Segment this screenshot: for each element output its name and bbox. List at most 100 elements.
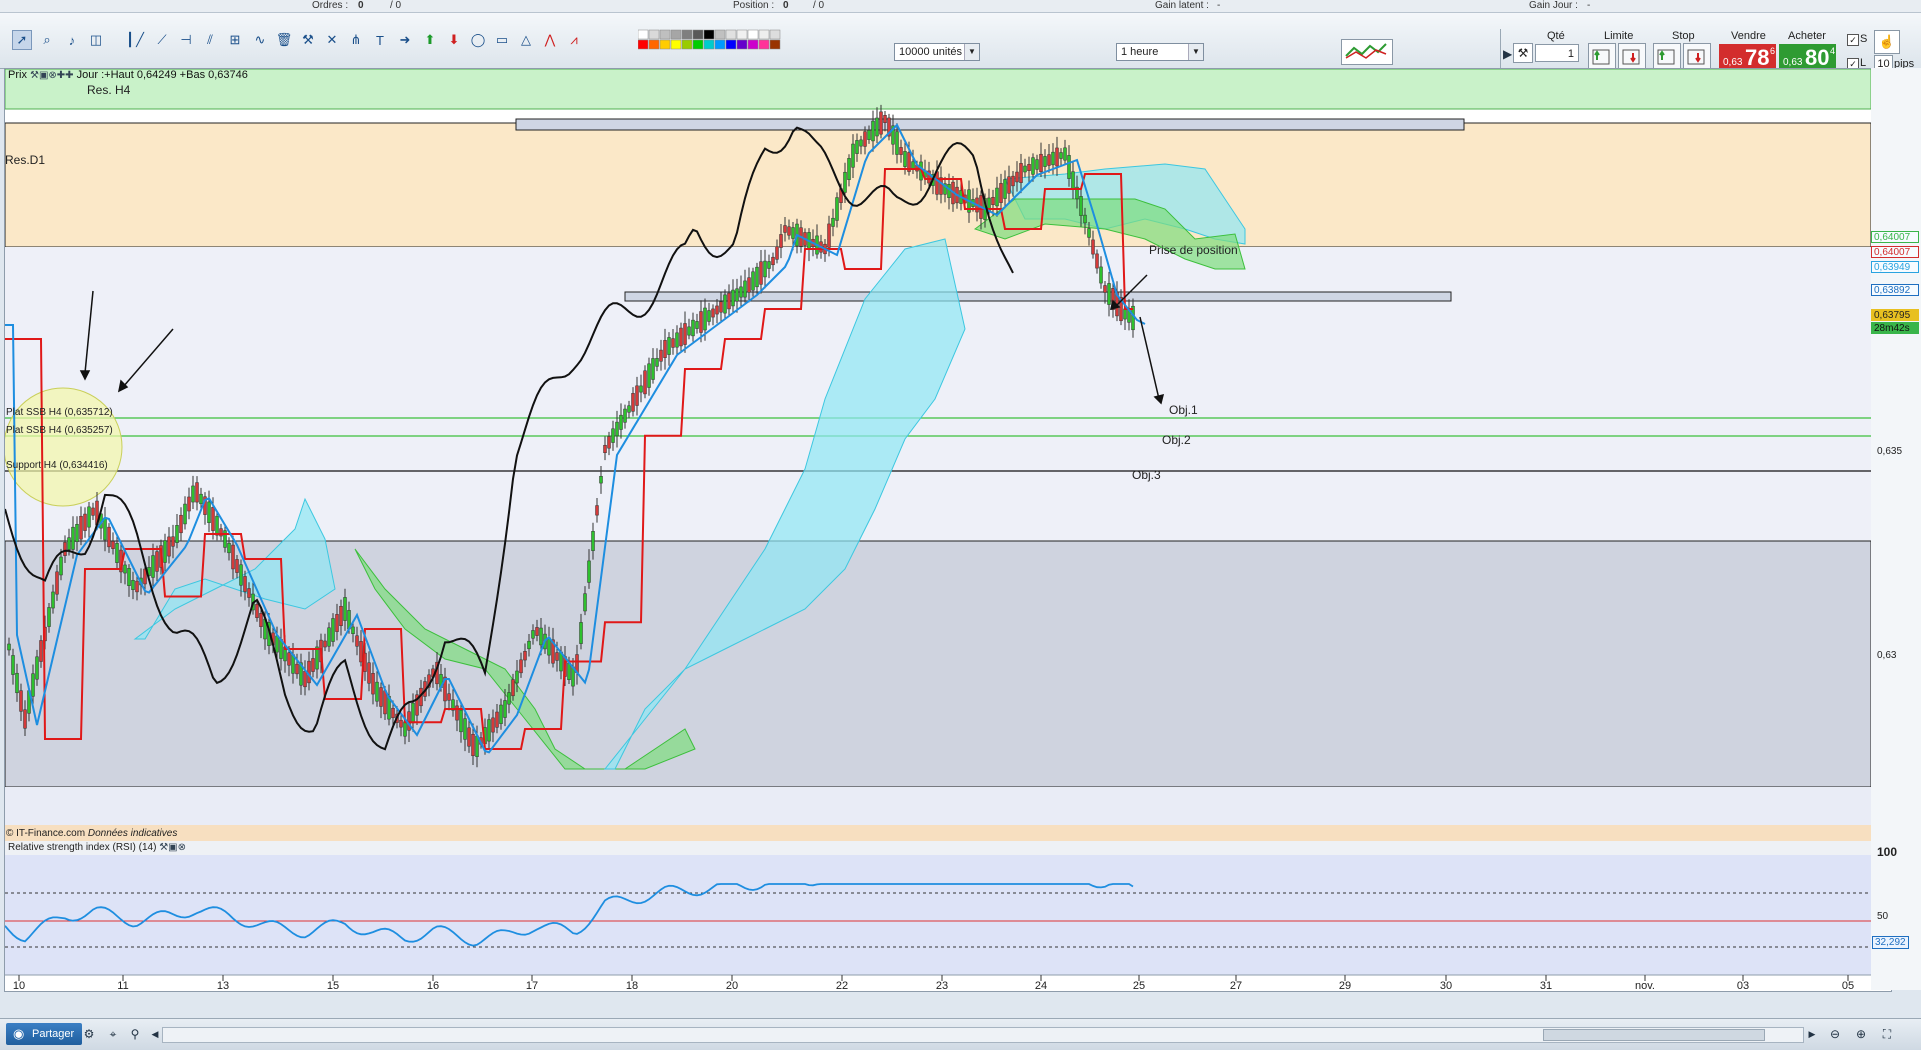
candle[interactable]: [1027, 164, 1031, 171]
candle[interactable]: [895, 131, 899, 155]
candle[interactable]: [411, 702, 415, 724]
candle[interactable]: [687, 326, 691, 336]
candle[interactable]: [1019, 163, 1023, 183]
candle[interactable]: [379, 687, 383, 707]
fit-icon[interactable]: ⛶: [1878, 1025, 1896, 1043]
candle[interactable]: [15, 672, 19, 694]
candle[interactable]: [123, 564, 127, 574]
candle[interactable]: [827, 223, 831, 248]
candle[interactable]: [367, 662, 371, 684]
collapse-arrow-icon[interactable]: ▶: [1503, 47, 1512, 61]
palette-swatch[interactable]: [670, 39, 682, 50]
candle[interactable]: [107, 526, 111, 548]
candle[interactable]: [711, 308, 715, 318]
trend-line-icon[interactable]: ╱: [130, 30, 150, 50]
candle[interactable]: [343, 597, 347, 621]
zoom-out-icon[interactable]: ⊖: [1826, 1025, 1844, 1043]
candle[interactable]: [867, 130, 871, 140]
hammer-order-icon[interactable]: ⚒: [1513, 43, 1533, 63]
candle[interactable]: [303, 670, 307, 688]
candle[interactable]: [1087, 228, 1091, 238]
candle[interactable]: [399, 719, 403, 728]
chart-hand-icon[interactable]: ☝: [1874, 30, 1900, 54]
candle[interactable]: [1047, 154, 1051, 166]
candle[interactable]: [1083, 214, 1087, 224]
scroll-right-icon[interactable]: ▶: [1803, 1025, 1821, 1043]
palette-swatch[interactable]: [637, 39, 649, 50]
candle[interactable]: [463, 718, 467, 740]
candle[interactable]: [531, 630, 535, 639]
candle[interactable]: [51, 591, 55, 609]
candle[interactable]: [883, 115, 887, 123]
zigzag-icon[interactable]: ⋀: [540, 30, 560, 50]
chart-type-button[interactable]: [1341, 39, 1393, 65]
resistance-rectangle[interactable]: [515, 118, 1465, 131]
ellipse-icon[interactable]: ◯: [468, 30, 488, 50]
limit-buy-button[interactable]: [1588, 43, 1616, 71]
candle[interactable]: [323, 640, 327, 648]
palette-swatch[interactable]: [703, 39, 715, 50]
candle[interactable]: [759, 261, 763, 285]
candle[interactable]: [667, 337, 671, 355]
legend-tools-icon[interactable]: ⚒▣⊗✚✚: [30, 70, 74, 81]
candle[interactable]: [503, 700, 507, 718]
candle[interactable]: [1095, 253, 1099, 269]
candle[interactable]: [843, 171, 847, 193]
palette-swatch[interactable]: [747, 39, 759, 50]
candle[interactable]: [59, 556, 63, 576]
candle[interactable]: [723, 294, 727, 314]
candle[interactable]: [171, 536, 175, 547]
candle[interactable]: [1079, 196, 1083, 216]
candle[interactable]: [847, 158, 851, 180]
candle[interactable]: [779, 234, 783, 248]
palette-swatch[interactable]: [758, 39, 770, 50]
text-tool-icon[interactable]: T: [370, 30, 390, 50]
candle[interactable]: [383, 690, 387, 715]
candle[interactable]: [995, 187, 999, 207]
candle[interactable]: [7, 643, 11, 651]
candle[interactable]: [19, 690, 23, 712]
candle[interactable]: [155, 551, 159, 572]
palette-swatch[interactable]: [692, 29, 704, 40]
candle[interactable]: [467, 727, 471, 747]
channel-icon[interactable]: ⫽: [200, 30, 220, 50]
candle[interactable]: [207, 501, 211, 523]
candle[interactable]: [275, 635, 279, 653]
candle[interactable]: [199, 493, 203, 505]
candle[interactable]: [903, 151, 907, 167]
candle[interactable]: [179, 514, 183, 534]
candle[interactable]: [215, 515, 219, 536]
candle[interactable]: [167, 536, 171, 557]
candle[interactable]: [755, 266, 759, 288]
candle[interactable]: [315, 646, 319, 670]
candle[interactable]: [535, 627, 539, 636]
candle[interactable]: [1063, 147, 1067, 161]
candle[interactable]: [719, 301, 723, 313]
candle[interactable]: [391, 707, 395, 719]
candle[interactable]: [331, 618, 335, 642]
candle[interactable]: [295, 663, 299, 675]
candle[interactable]: [75, 524, 79, 542]
candle[interactable]: [499, 704, 503, 724]
candle[interactable]: [447, 693, 451, 701]
candle[interactable]: [635, 385, 639, 406]
candle[interactable]: [255, 604, 259, 618]
magnet-icon[interactable]: ⚲: [126, 1025, 144, 1043]
candle[interactable]: [727, 292, 731, 310]
candle[interactable]: [511, 679, 515, 697]
candle[interactable]: [1015, 171, 1019, 183]
candle[interactable]: [643, 370, 647, 395]
candle[interactable]: [227, 542, 231, 554]
timeframe-select[interactable]: 1 heure ▼: [1116, 43, 1204, 61]
candle[interactable]: [879, 111, 883, 135]
crosshair-icon[interactable]: ⌖: [104, 1025, 122, 1043]
candle[interactable]: [311, 658, 315, 672]
candle[interactable]: [287, 652, 291, 666]
candle[interactable]: [163, 540, 167, 563]
candle[interactable]: [607, 436, 611, 449]
candle[interactable]: [1103, 285, 1107, 293]
candle[interactable]: [175, 525, 179, 543]
candle[interactable]: [703, 307, 707, 331]
palette-swatch[interactable]: [714, 29, 726, 40]
orders-value[interactable]: 0: [358, 0, 364, 11]
